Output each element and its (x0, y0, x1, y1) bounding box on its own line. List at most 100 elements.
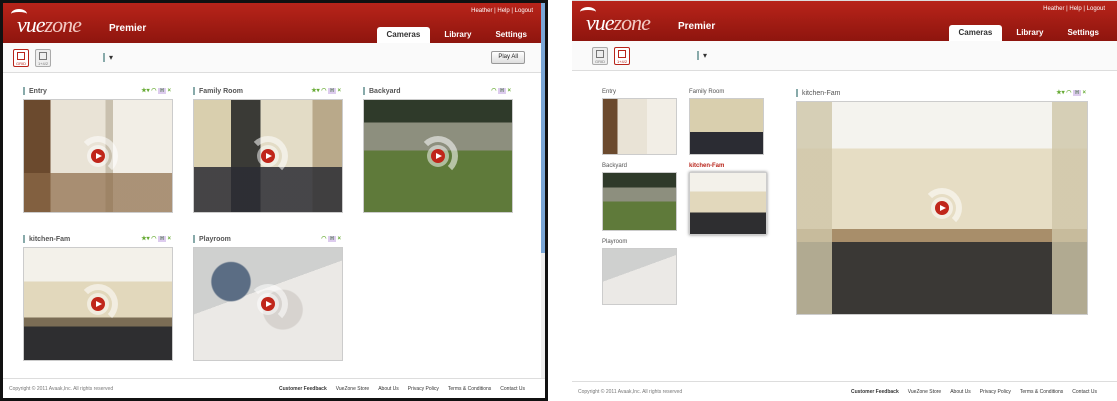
focus-view-screen: vuezone Premier Heather | Help | Logout … (572, 0, 1117, 401)
close-icon[interactable]: × (337, 236, 341, 242)
camera-feed[interactable] (796, 101, 1088, 315)
tab-library[interactable]: Library (434, 27, 481, 43)
logout-link[interactable]: Logout (1087, 6, 1105, 12)
footer-link-terms[interactable]: Terms & Conditions (1020, 389, 1063, 395)
scrollbar[interactable] (541, 3, 545, 398)
vuezone-logo[interactable]: vuezone (580, 7, 651, 36)
tab-cameras[interactable]: Cameras (948, 25, 1003, 41)
product-name: Premier (109, 23, 147, 34)
tab-library[interactable]: Library (1006, 25, 1053, 41)
camera-feed[interactable] (23, 247, 173, 361)
footer-link-store[interactable]: VueZone Store (336, 386, 369, 392)
close-icon[interactable]: × (167, 88, 171, 94)
signal-icon: H (498, 88, 506, 94)
play-button[interactable] (935, 201, 949, 215)
main-camera-view: kitchen-Fam ★▾ ◠ H × (796, 89, 1088, 315)
app-header: vuezone Premier Heather | Help | Logout … (572, 1, 1117, 41)
footer-link-feedback[interactable]: Customer Feedback (851, 389, 899, 395)
tab-settings[interactable]: Settings (485, 27, 537, 43)
thumb-feed[interactable] (602, 172, 677, 231)
product-name: Premier (678, 21, 716, 32)
camera-icon (363, 87, 365, 95)
user-name-link[interactable]: Heather (1043, 6, 1064, 12)
camera-status-icons: ★▾ ◠ H × (1056, 89, 1086, 96)
camera-feed[interactable] (23, 99, 173, 213)
vuezone-logo[interactable]: vuezone (11, 9, 82, 38)
play-button[interactable] (261, 149, 275, 163)
camera-tile-family-room: Family Room ★▾ ◠ H × (193, 87, 343, 213)
camera-icon (193, 87, 195, 95)
thumb-backyard[interactable]: Backyard (602, 163, 677, 231)
camera-icon (103, 53, 105, 63)
logout-link[interactable]: Logout (515, 8, 533, 14)
close-icon[interactable]: × (167, 236, 171, 242)
close-icon[interactable]: × (507, 88, 511, 94)
single-view-button[interactable]: 1+4/2 (614, 47, 630, 65)
main-tabs: Cameras Library Settings (948, 25, 1110, 41)
user-links: Heather | Help | Logout (471, 8, 533, 14)
close-icon[interactable]: × (337, 88, 341, 94)
user-name-link[interactable]: Heather (471, 8, 492, 14)
tab-settings[interactable]: Settings (1057, 25, 1109, 41)
motion-icon[interactable]: ★▾ (141, 88, 149, 94)
thumb-entry[interactable]: Entry (602, 89, 677, 155)
wifi-icon: ◠ (321, 88, 327, 94)
thumb-feed[interactable] (602, 248, 677, 305)
signal-icon: H (1073, 90, 1081, 96)
play-button[interactable] (91, 149, 105, 163)
camera-toolbar: GRID 1+4/2 ▾ (572, 41, 1117, 71)
camera-tile-kitchen-fam: kitchen-Fam ★▾ ◠ H × (23, 235, 173, 361)
play-all-button[interactable]: Play All (491, 51, 525, 64)
footer-link-terms[interactable]: Terms & Conditions (448, 386, 491, 392)
motion-icon[interactable]: ★▾ (141, 236, 149, 242)
wifi-icon: ◠ (151, 88, 157, 94)
footer-link-feedback[interactable]: Customer Feedback (279, 386, 327, 392)
camera-name: Playroom (199, 235, 231, 243)
footer-link-about[interactable]: About Us (378, 386, 399, 392)
play-button[interactable] (431, 149, 445, 163)
camera-name: Family Room (199, 87, 243, 95)
camera-name: Entry (29, 87, 47, 95)
grid-view-button[interactable]: GRID (592, 47, 608, 65)
thumb-kitchen-fam-selected[interactable]: kitchen-Fam (689, 163, 767, 235)
help-link[interactable]: Help (1069, 6, 1081, 12)
footer-link-privacy[interactable]: Privacy Policy (980, 389, 1011, 395)
play-button[interactable] (261, 297, 275, 311)
grid-icon (596, 50, 604, 58)
thumb-family-room[interactable]: Family Room (689, 89, 764, 155)
motion-icon[interactable]: ★▾ (311, 88, 319, 94)
scrollbar-thumb[interactable] (541, 3, 545, 253)
grid-view-button[interactable]: GRID (13, 49, 29, 67)
footer: Copyright © 2011 Avaak,Inc. All rights r… (3, 378, 545, 398)
wifi-icon: ◠ (1066, 90, 1072, 96)
close-icon[interactable]: × (1082, 90, 1086, 96)
thumb-feed[interactable] (689, 172, 767, 235)
tab-cameras[interactable]: Cameras (376, 27, 431, 43)
motion-icon[interactable]: ★▾ (1056, 90, 1064, 96)
camera-feed[interactable] (193, 247, 343, 361)
footer-link-contact[interactable]: Contact Us (500, 386, 525, 392)
footer-link-about[interactable]: About Us (950, 389, 971, 395)
wifi-icon: ◠ (491, 88, 497, 94)
thumb-playroom[interactable]: Playroom (602, 239, 677, 305)
camera-name: Backyard (369, 87, 401, 95)
grid-icon (17, 52, 25, 60)
camera-select-dropdown[interactable]: ▾ (103, 53, 114, 63)
footer-link-privacy[interactable]: Privacy Policy (408, 386, 439, 392)
copyright-text: Copyright © 2011 Avaak,Inc. All rights r… (9, 386, 114, 392)
chevron-down-icon: ▾ (109, 53, 114, 62)
camera-status-icons: ★▾ ◠ H × (141, 235, 171, 242)
camera-icon (697, 51, 699, 61)
play-button[interactable] (91, 297, 105, 311)
signal-icon: H (328, 88, 336, 94)
footer-link-store[interactable]: VueZone Store (908, 389, 941, 395)
camera-status-icons: ★▾ ◠ H × (141, 87, 171, 94)
camera-select-dropdown[interactable]: ▾ (697, 51, 707, 61)
thumb-feed[interactable] (602, 98, 677, 155)
camera-feed[interactable] (363, 99, 513, 213)
footer-link-contact[interactable]: Contact Us (1072, 389, 1097, 395)
camera-feed[interactable] (193, 99, 343, 213)
single-view-button[interactable]: 1+4/2 (35, 49, 51, 67)
help-link[interactable]: Help (497, 8, 509, 14)
thumb-feed[interactable] (689, 98, 764, 155)
